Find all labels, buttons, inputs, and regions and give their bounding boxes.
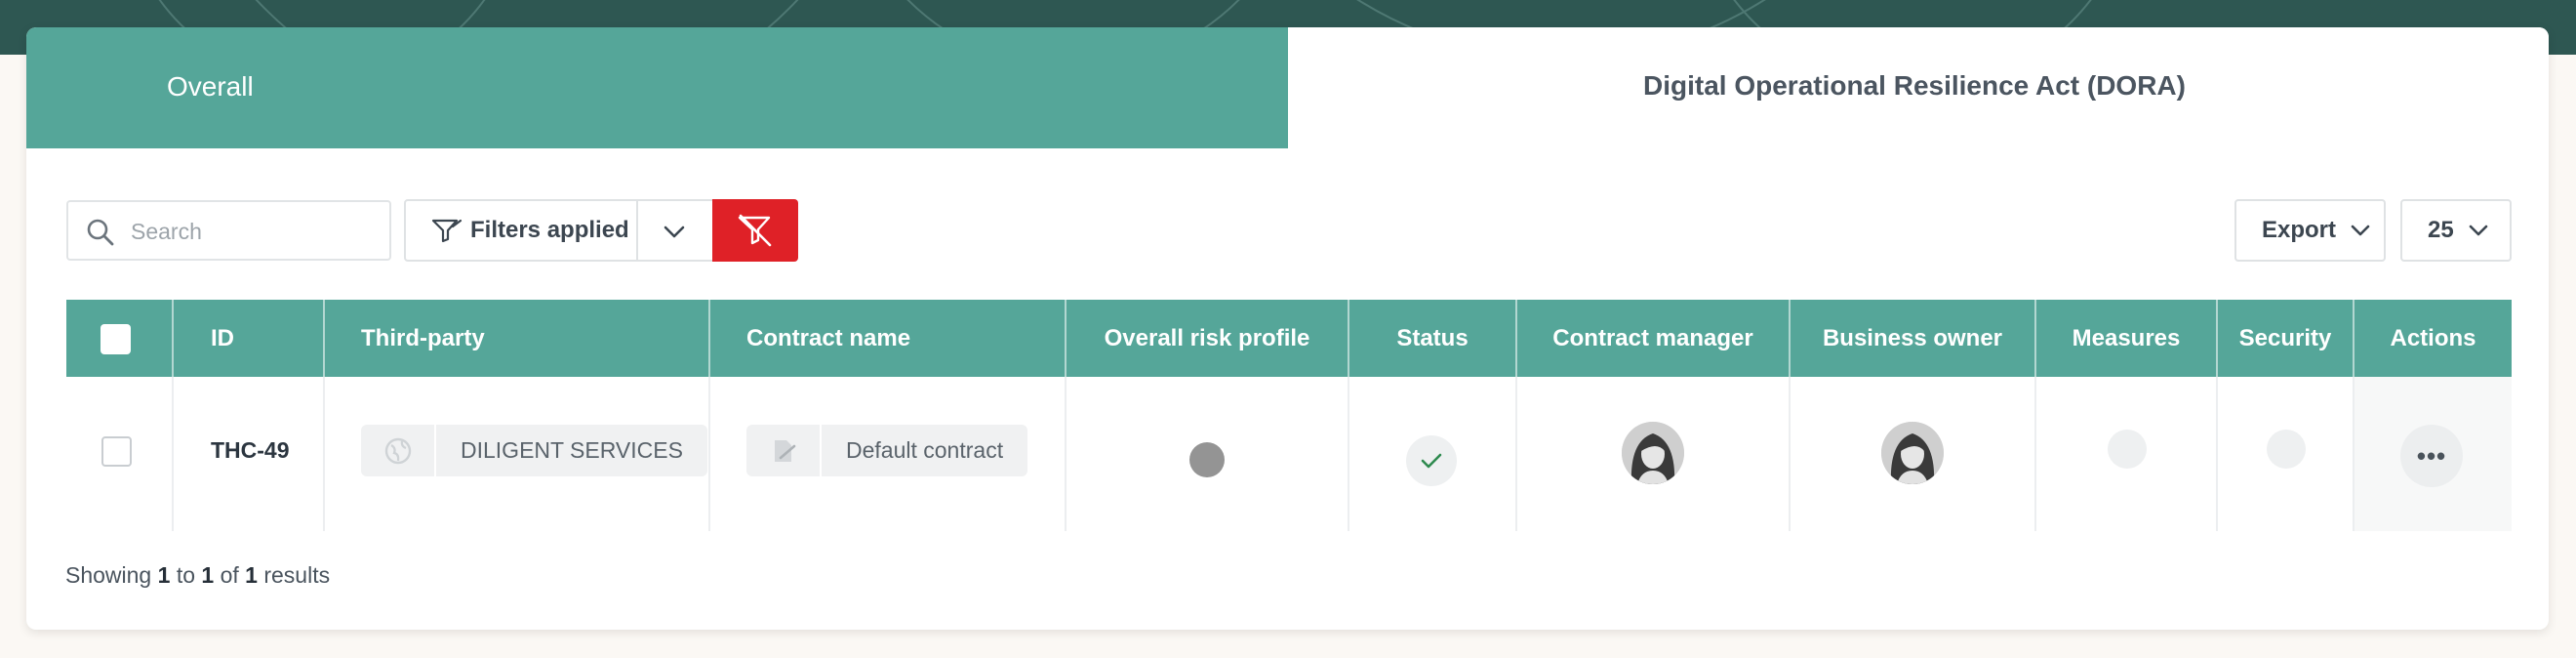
more-icon: ••• [2416,440,2447,471]
chevron-down-icon [664,226,685,238]
header-select-cell [66,300,174,377]
column-header-label: Security [2238,324,2332,351]
table-row[interactable]: THC-49 DILIGENT SERVICES Default contrac… [66,377,2512,531]
check-icon [1421,453,1442,469]
contract-manager-cell [1517,377,1791,531]
tab-overall-label: Overall [167,71,254,102]
column-header-label: Measures [2072,324,2181,351]
column-header-label: Contract name [746,324,911,351]
chevron-down-icon [2469,225,2488,236]
id-cell: THC-49 [174,377,325,531]
summary-prefix: Showing [65,562,152,588]
risk-profile-cell [1067,377,1349,531]
column-header-label: ID [211,324,234,351]
more-actions-button[interactable]: ••• [2400,425,2463,487]
search-input[interactable]: Search [66,200,391,261]
column-header-security[interactable]: Security [2218,300,2355,377]
row-id: THC-49 [211,437,290,463]
summary-suffix: results [263,562,331,588]
column-header-measures[interactable]: Measures [2036,300,2218,377]
third-party-cell: DILIGENT SERVICES [325,377,710,531]
column-header-label: Business owner [1822,324,2003,351]
chevron-down-icon [2351,225,2370,236]
measures-indicator [2108,430,2147,469]
per-page-value: 25 [2428,217,2454,243]
column-header-label: Status [1396,324,1469,351]
summary-of-word: of [220,562,239,588]
contract-icon [746,425,822,476]
select-all-checkbox[interactable] [101,324,131,354]
summary-total: 1 [245,562,258,588]
status-badge [1406,435,1457,486]
column-header-contract-name[interactable]: Contract name [710,300,1067,377]
column-header-risk-profile[interactable]: Overall risk profile [1067,300,1349,377]
actions-cell: ••• [2355,377,2512,531]
table-header: ID Third-party Contract name Overall ris… [66,300,2512,377]
security-cell [2218,377,2355,531]
column-header-actions: Actions [2355,300,2512,377]
avatar[interactable] [1881,422,1944,484]
column-header-label: Actions [2390,324,2476,351]
column-header-status[interactable]: Status [1349,300,1517,377]
search-icon [87,219,114,246]
column-header-business-owner[interactable]: Business owner [1791,300,2036,377]
globe-icon [361,425,436,476]
column-header-contract-manager[interactable]: Contract manager [1517,300,1791,377]
export-button[interactable]: Export [2234,199,2386,262]
main-card: Overall Digital Operational Resilience A… [26,27,2549,630]
filters-button[interactable]: Filters applied [404,199,638,262]
column-header-label: Third-party [361,324,485,351]
row-checkbox[interactable] [101,436,132,467]
filter-icon [431,219,463,243]
summary-to: 1 [201,562,215,588]
summary-from: 1 [157,562,171,588]
tab-bar: Overall Digital Operational Resilience A… [26,27,2549,148]
export-label: Export [2262,217,2337,243]
column-header-id[interactable]: ID [174,300,325,377]
pagination-summary: Showing 1 to 1 of 1 results [65,562,330,589]
avatar[interactable] [1622,422,1684,484]
risk-indicator [1189,442,1225,477]
filters-dropdown-button[interactable] [638,199,714,262]
summary-to-word: to [176,562,195,588]
column-header-third-party[interactable]: Third-party [325,300,710,377]
contract-name: Default contract [846,437,1004,463]
security-indicator [2267,430,2306,469]
row-select-cell [66,377,174,531]
contract-chip[interactable]: Default contract [746,425,1028,476]
filters-label: Filters applied [470,217,629,243]
search-placeholder: Search [131,219,202,244]
measures-cell [2036,377,2218,531]
third-party-name: DILIGENT SERVICES [461,437,683,463]
column-header-label: Overall risk profile [1104,324,1310,351]
clear-filter-icon [738,214,772,247]
contract-name-cell: Default contract [710,377,1067,531]
tab-dora[interactable]: Digital Operational Resilience Act (DORA… [1288,27,2549,148]
tab-dora-label: Digital Operational Resilience Act (DORA… [1643,70,2186,101]
status-cell [1349,377,1517,531]
per-page-select[interactable]: 25 [2400,199,2512,262]
business-owner-cell [1791,377,2036,531]
clear-filters-button[interactable] [712,199,798,262]
column-header-label: Contract manager [1552,324,1753,351]
tab-overall[interactable]: Overall [26,27,1288,148]
third-party-chip[interactable]: DILIGENT SERVICES [361,425,707,476]
